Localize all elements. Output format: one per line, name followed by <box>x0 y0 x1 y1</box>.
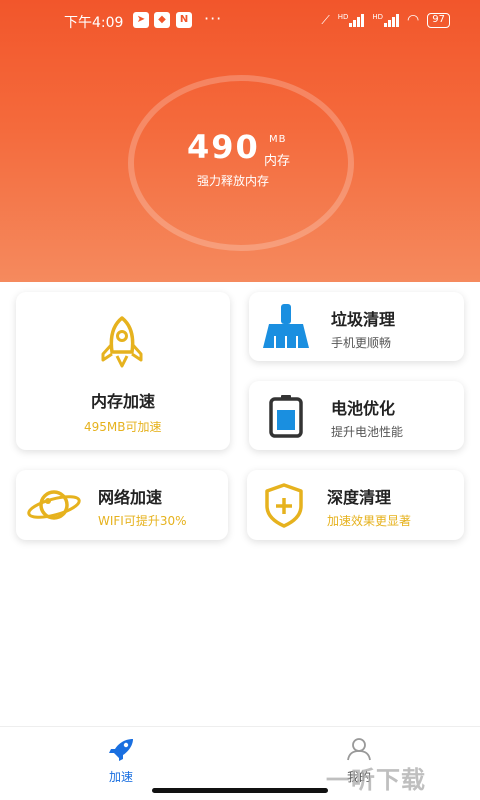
memory-hero: 下午4:09 ➤ ◆ N ··· ⟋ HD HD ◠ 97 490 MB 内存 … <box>0 0 480 282</box>
network-boost-subtitle: WIFI可提升30% <box>98 514 187 528</box>
planet-icon <box>27 490 81 520</box>
vpn-icon: ◆ <box>154 12 170 28</box>
more-notifications-icon: ··· <box>204 9 223 28</box>
battery-icon <box>269 395 303 438</box>
battery-optimize-card[interactable]: 电池优化 提升电池性能 <box>249 381 464 450</box>
signal-2-icon: HD <box>372 13 400 27</box>
shield-plus-icon <box>265 483 303 528</box>
tab-boost[interactable]: 加速 <box>96 737 146 785</box>
wifi-icon: ◠ <box>407 12 420 28</box>
watermark: 一听下载 <box>326 766 426 794</box>
memory-subtitle: 强力释放内存 <box>197 174 270 188</box>
mute-icon: ⟋ <box>321 12 330 27</box>
status-time: 下午4:09 <box>64 15 124 31</box>
status-right: ⟋ HD HD ◠ 97 <box>321 12 450 28</box>
memory-boost-title: 内存加速 <box>91 392 156 411</box>
memory-unit: MB <box>269 134 287 145</box>
junk-clean-subtitle: 手机更顺畅 <box>331 336 392 350</box>
n-icon: N <box>176 12 192 28</box>
rocket-icon <box>101 316 143 368</box>
user-icon <box>347 738 371 761</box>
network-boost-card[interactable]: 网络加速 WIFI可提升30% <box>16 470 228 540</box>
network-boost-title: 网络加速 <box>98 488 163 507</box>
deep-clean-title: 深度清理 <box>327 488 392 507</box>
signal-1-icon: HD <box>338 13 365 27</box>
battery-optimize-title: 电池优化 <box>331 399 396 418</box>
battery-indicator: 97 <box>427 12 450 28</box>
deep-clean-subtitle: 加速效果更显著 <box>327 514 412 528</box>
location-icon: ➤ <box>133 12 149 28</box>
broom-icon <box>263 304 309 348</box>
junk-clean-title: 垃圾清理 <box>331 310 396 329</box>
memory-value: 490 <box>187 128 260 166</box>
battery-optimize-subtitle: 提升电池性能 <box>331 425 404 439</box>
memory-unit-label: 内存 <box>264 154 291 169</box>
status-bar: 下午4:09 ➤ ◆ N ··· ⟋ HD HD ◠ 97 <box>0 0 480 40</box>
memory-boost-card[interactable]: 内存加速 495MB可加速 <box>16 292 230 450</box>
memory-boost-subtitle: 495MB可加速 <box>84 420 162 434</box>
rocket-tab-icon <box>109 739 133 761</box>
home-indicator[interactable] <box>152 788 328 793</box>
deep-clean-card[interactable]: 深度清理 加速效果更显著 <box>247 470 464 540</box>
junk-clean-card[interactable]: 垃圾清理 手机更顺畅 <box>249 292 464 361</box>
tab-boost-label: 加速 <box>108 770 133 784</box>
